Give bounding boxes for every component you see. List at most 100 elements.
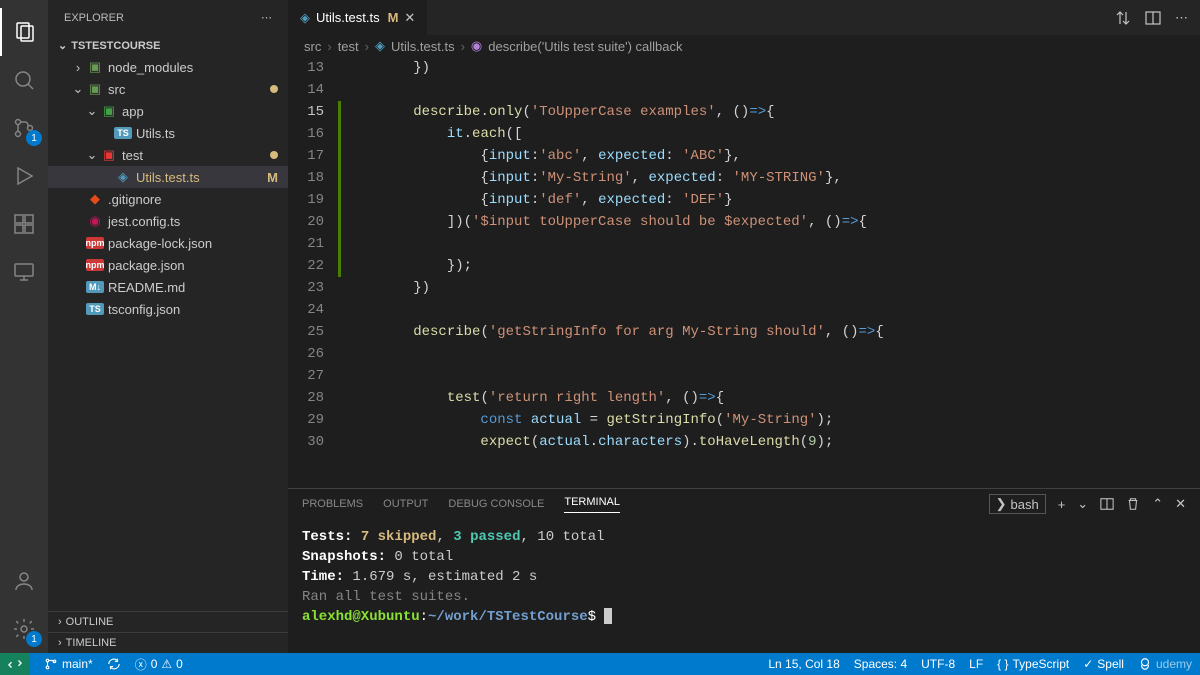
outline-section[interactable]: ›OUTLINE: [48, 611, 288, 632]
code-content[interactable]: }) describe.only('ToUpperCase examples',…: [342, 57, 1200, 488]
line-number: 27: [288, 365, 342, 387]
split-editor-icon[interactable]: [1145, 10, 1161, 26]
tab-debug-console[interactable]: DEBUG CONSOLE: [448, 498, 544, 510]
spell-check[interactable]: ✓Spell: [1083, 657, 1124, 671]
run-debug-icon[interactable]: [0, 152, 48, 200]
tree-item-label: package.json: [108, 258, 185, 273]
timeline-section[interactable]: ›TIMELINE: [48, 632, 288, 653]
git-branch[interactable]: main*: [44, 657, 93, 671]
feedback-icon[interactable]: udemy: [1138, 657, 1192, 671]
more-icon[interactable]: ⋯: [1175, 10, 1188, 26]
chevron-right-icon: ›: [58, 637, 62, 649]
activity-bar: 1 1: [0, 0, 48, 653]
terminal-icon: ❯: [996, 496, 1007, 512]
tree-item-src[interactable]: ⌄▣src: [48, 78, 288, 100]
line-number: 29: [288, 409, 342, 431]
line-number: 18: [288, 167, 342, 189]
chevron-down-icon: ⌄: [58, 39, 67, 52]
line-number: 24: [288, 299, 342, 321]
settings-icon[interactable]: 1: [0, 605, 48, 653]
tab-utils-test[interactable]: ◈ Utils.test.ts M ✕: [288, 0, 428, 35]
tree-item-readme-md[interactable]: M↓ README.md: [48, 276, 288, 298]
eol[interactable]: LF: [969, 657, 983, 671]
extensions-icon[interactable]: [0, 200, 48, 248]
indentation[interactable]: Spaces: 4: [854, 657, 907, 671]
more-icon[interactable]: ⋯: [261, 11, 272, 24]
chevron-icon: ›: [70, 60, 86, 75]
remote-indicator[interactable]: [0, 653, 30, 675]
sync-button[interactable]: [107, 657, 121, 671]
npm-icon: npm: [86, 259, 104, 271]
git-icon: ◆: [86, 191, 104, 207]
npm-icon: npm: [86, 237, 104, 249]
editor-body[interactable]: 131415161718192021222324252627282930 }) …: [288, 57, 1200, 488]
cursor-position[interactable]: Ln 15, Col 18: [768, 657, 839, 671]
tree-item-label: README.md: [108, 280, 185, 295]
line-number: 16: [288, 123, 342, 145]
line-number: 21: [288, 233, 342, 255]
sidebar: EXPLORER ⋯ ⌄ TSTESTCOURSE ›▣node_modules…: [48, 0, 288, 653]
modified-indicator: M: [267, 170, 278, 185]
language-mode[interactable]: { }TypeScript: [997, 657, 1069, 671]
tree-item-package-json[interactable]: npm package.json: [48, 254, 288, 276]
new-terminal-icon[interactable]: +: [1058, 497, 1066, 512]
tree-item-jest-config-ts[interactable]: ◉jest.config.ts: [48, 210, 288, 232]
encoding[interactable]: UTF-8: [921, 657, 955, 671]
editor-area: ◈ Utils.test.ts M ✕ ⋯ src› test› ◈ Utils…: [288, 0, 1200, 653]
tree-item-utils-test-ts[interactable]: ◈Utils.test.tsM: [48, 166, 288, 188]
chevron-icon: ⌄: [84, 103, 100, 119]
tree-item-label: .gitignore: [108, 192, 161, 207]
terminal-output[interactable]: Tests: 7 skipped, 3 passed, 10 total Sna…: [288, 519, 1200, 653]
line-numbers: 131415161718192021222324252627282930: [288, 57, 342, 488]
tree-item-label: node_modules: [108, 60, 193, 75]
tree-item-app[interactable]: ⌄▣ app: [48, 100, 288, 122]
split-terminal-icon[interactable]: [1100, 497, 1114, 511]
ts-icon: TS: [114, 127, 132, 139]
trash-icon[interactable]: [1126, 497, 1140, 511]
errors-warnings[interactable]: ⓧ0 ⚠0: [135, 656, 183, 673]
workspace-header[interactable]: ⌄ TSTESTCOURSE: [48, 35, 288, 56]
scm-badge: 1: [26, 130, 42, 146]
tree-item-test[interactable]: ⌄▣test: [48, 144, 288, 166]
tree-item-label: Utils.test.ts: [136, 170, 200, 185]
tab-terminal[interactable]: TERMINAL: [564, 496, 620, 513]
source-control-icon[interactable]: 1: [0, 104, 48, 152]
tree-item-label: app: [122, 104, 144, 119]
compare-icon[interactable]: [1115, 10, 1131, 26]
close-panel-icon[interactable]: ✕: [1175, 496, 1186, 512]
symbol-icon: ◉: [471, 38, 482, 54]
folder-modules-icon: ▣: [86, 59, 104, 75]
tree-item-utils-ts[interactable]: TSUtils.ts: [48, 122, 288, 144]
tree-item-label: test: [122, 148, 143, 163]
folder-src-icon: ▣: [86, 81, 104, 97]
md-icon: M↓: [86, 281, 104, 293]
explorer-icon[interactable]: [0, 8, 48, 56]
account-icon[interactable]: [0, 557, 48, 605]
line-number: 14: [288, 79, 342, 101]
settings-badge: 1: [26, 631, 42, 647]
chevron-up-icon[interactable]: ⌃: [1152, 496, 1163, 512]
tree-item-label: tsconfig.json: [108, 302, 180, 317]
terminal-profile[interactable]: ❯bash: [989, 494, 1046, 514]
line-number: 22: [288, 255, 342, 277]
line-number: 28: [288, 387, 342, 409]
sidebar-title: EXPLORER ⋯: [48, 0, 288, 35]
tree-item-node_modules[interactable]: ›▣ node_modules: [48, 56, 288, 78]
breadcrumbs[interactable]: src› test› ◈ Utils.test.ts› ◉ describe('…: [288, 35, 1200, 57]
tree-item-package-lock-json[interactable]: npm package-lock.json: [48, 232, 288, 254]
close-icon[interactable]: ✕: [404, 10, 415, 26]
tree-item-tsconfig-json[interactable]: TStsconfig.json: [48, 298, 288, 320]
chevron-down-icon[interactable]: ⌄: [1077, 496, 1088, 512]
tree-item-label: package-lock.json: [108, 236, 212, 251]
remote-explorer-icon[interactable]: [0, 248, 48, 296]
line-number: 13: [288, 57, 342, 79]
folder-app-icon: ▣: [100, 103, 118, 119]
editor-tabs: ◈ Utils.test.ts M ✕ ⋯: [288, 0, 1200, 35]
tab-problems[interactable]: PROBLEMS: [302, 498, 363, 510]
status-bar: main* ⓧ0 ⚠0 Ln 15, Col 18 Spaces: 4 UTF-…: [0, 653, 1200, 675]
tab-output[interactable]: OUTPUT: [383, 498, 428, 510]
tree-item--gitignore[interactable]: ◆ .gitignore: [48, 188, 288, 210]
chevron-icon: ⌄: [70, 81, 86, 97]
search-icon[interactable]: [0, 56, 48, 104]
line-number: 26: [288, 343, 342, 365]
